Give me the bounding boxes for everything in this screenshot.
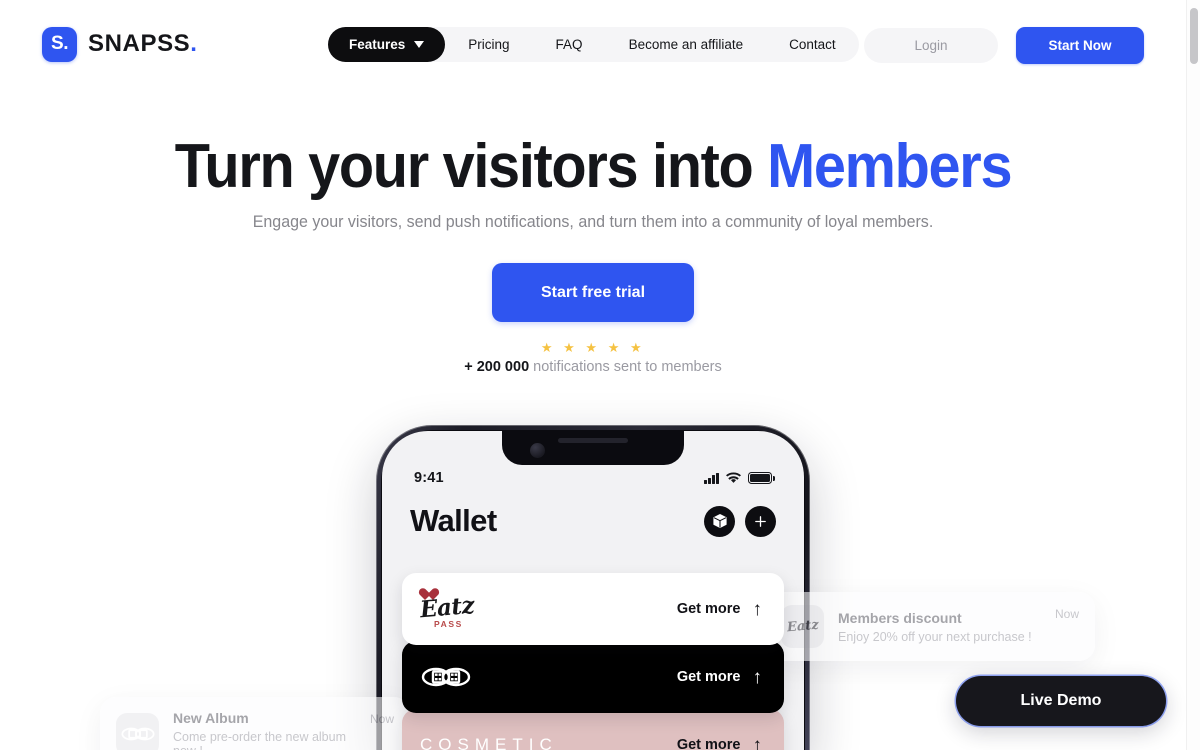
phone-screen: 9:41 Wallet Eatz PASS Get more ↑ Get mor… [382,431,804,750]
nav-links-group: Features Pricing FAQ Become an affiliate… [328,27,859,62]
brand-name-dot: . [190,30,198,57]
chevron-down-icon [414,41,425,48]
wallet-card-cta[interactable]: Get more ↑ [677,736,762,750]
phone-status-bar: 9:41 [382,467,804,489]
start-now-button[interactable]: Start Now [1016,27,1144,64]
nav-item-pricing[interactable]: Pricing [445,27,532,62]
cosmetic-brand: COSMETIC [420,735,558,750]
nav-features-dropdown[interactable]: Features [328,27,446,62]
notification-time: Now [369,712,394,726]
notification-title: New Album [173,710,249,726]
eatz-mini-wordmark: Eatz [786,617,819,636]
start-free-trial-button[interactable]: Start free trial [492,263,694,322]
eatz-logo-icon: Eatz [781,605,824,648]
wallet-title: Wallet [410,503,497,538]
nav-item-contact[interactable]: Contact [766,27,859,62]
wallet-header: Wallet [382,503,804,539]
notification-subtitle: Come pre-order the new album now ! [173,730,346,750]
nav-item-affiliate-label: Become an affiliate [628,37,744,52]
nav-item-faq-label: FAQ [555,37,583,52]
nav-features-label: Features [349,37,406,52]
phone-notch [502,431,684,465]
brand-logo[interactable]: S. SNAPSS. [42,26,198,62]
wallet-card-cta-label: Get more [676,601,741,617]
wallet-card-cosmetic[interactable]: COSMETIC Get more ↑ [402,709,784,750]
nav-item-pricing-label: Pricing [468,37,510,52]
wallet-card-eatz[interactable]: Eatz PASS Get more ↑ [402,573,784,645]
hero-cta-wrap: Start free trial [0,263,1186,322]
headline-accent: Members [767,132,1012,201]
wallet-card-cta-label: Get more [676,737,741,750]
headline-prefix: Turn your visitors into [174,132,754,201]
social-proof-number: + 200 000 [464,359,530,375]
arrow-up-icon: ↑ [752,598,763,620]
wifi-icon [726,472,741,483]
wallet-card-cta[interactable]: Get more ↑ [677,600,762,619]
page-title: Turn your visitors into Members [42,130,1145,204]
wallet-card-cta[interactable]: Get more ↑ [677,668,762,687]
notification-toast-new-album[interactable]: New Album Come pre-order the new album n… [100,697,410,750]
bb-logo-icon [420,663,472,691]
status-time: 9:41 [414,470,444,486]
nav-item-affiliate[interactable]: Become an affiliate [606,27,767,62]
eatz-logo-icon: Eatz PASS [418,589,476,629]
earpiece-speaker-icon [558,438,628,443]
navbar: S. SNAPSS. Features Pricing FAQ Become a… [0,0,1186,88]
landing-page: S. SNAPSS. Features Pricing FAQ Become a… [0,0,1200,750]
notification-time: Now [1054,607,1079,621]
front-camera-icon [530,443,545,458]
notification-body: Members discount Enjoy 20% off your next… [838,610,1041,644]
brand-name: SNAPSS. [88,30,198,58]
page-scrollbar[interactable] [1186,0,1200,750]
social-proof: + 200 000 notifications sent to members [0,359,1186,375]
scrollbar-thumb[interactable] [1190,8,1198,64]
notification-body: New Album Come pre-order the new album n… [173,710,356,750]
star-rating-icon: ★ ★ ★ ★ ★ [540,340,646,355]
cellular-signal-icon [704,472,719,484]
wallet-card-bb[interactable]: Get more ↑ [402,641,784,713]
battery-icon [748,472,775,484]
notification-toast-members-discount[interactable]: Eatz Members discount Enjoy 20% off your… [765,592,1095,661]
brand-mark-letter: S [51,33,64,54]
plus-icon[interactable] [745,505,776,537]
arrow-up-icon: ↑ [752,666,763,688]
notification-title: Members discount [838,609,962,626]
social-proof-text: notifications sent to members [529,359,722,375]
nav-item-faq[interactable]: FAQ [533,27,606,62]
brand-mark-icon: S. [42,26,77,62]
wallet-card-cta-label: Get more [676,669,741,685]
brand-name-text: SNAPSS [88,30,191,57]
phone-mockup: 9:41 Wallet Eatz PASS Get more ↑ Get mor… [376,425,810,750]
status-icons [704,472,775,484]
nav-item-contact-label: Contact [789,37,836,52]
arrow-up-icon: ↑ [752,734,763,750]
package-icon[interactable] [704,505,735,537]
live-demo-button[interactable]: Live Demo [956,676,1166,726]
wallet-actions [704,505,776,537]
eatz-brand: Eatz [418,591,476,624]
hero-subtitle: Engage your visitors, send push notifica… [252,213,934,231]
bb-logo-icon [116,712,159,750]
nav-actions: Login Start Now [864,27,1144,64]
login-button[interactable]: Login [864,28,998,63]
notification-subtitle: Enjoy 20% off your next purchase ! [838,629,1032,644]
wallet-card-list: Eatz PASS Get more ↑ Get more ↑ COSMETIC… [382,573,804,750]
brand-mark-dot: . [63,33,68,54]
